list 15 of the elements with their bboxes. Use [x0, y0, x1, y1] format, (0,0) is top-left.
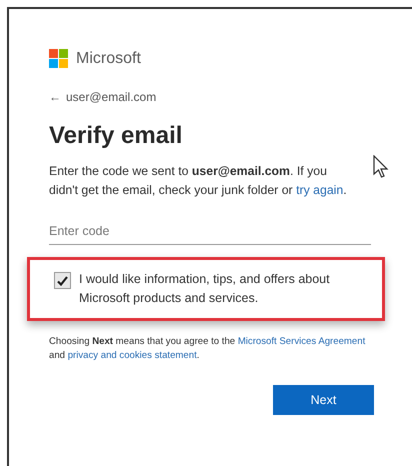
logo-icon — [49, 49, 68, 68]
mouse-pointer-icon — [373, 155, 389, 179]
next-button[interactable]: Next — [273, 385, 374, 415]
code-input-field[interactable]: Enter code — [49, 218, 371, 245]
consent-label: I would like information, tips, and offers about Microsoft products and services. — [79, 271, 331, 307]
consent-checkbox[interactable] — [54, 272, 71, 289]
back-button[interactable]: ← — [49, 90, 61, 104]
link[interactable]: Microsoft Services Agreement — [238, 336, 366, 347]
instructions-text: Enter the code we sent to user@email.com. If you didn't get the email, check your junk folder or try again. — [49, 163, 348, 199]
legal-text: Choosing Next means that you agree to the Microsoft Services Agreement and privacy and cookies statement. — [49, 335, 366, 363]
link[interactable]: try again — [296, 183, 344, 197]
brand-name: Microsoft — [76, 50, 141, 68]
link[interactable]: privacy and cookies statement — [68, 350, 197, 361]
account-email: user@email.com — [66, 90, 156, 104]
page-title: Verify email — [49, 122, 184, 150]
